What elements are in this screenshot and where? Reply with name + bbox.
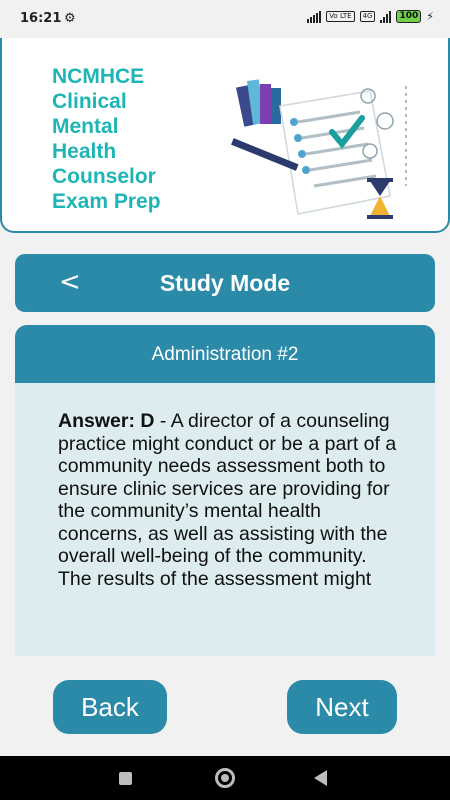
wifi-signal-icon	[307, 10, 322, 23]
cell-signal-icon	[380, 10, 392, 23]
recent-apps-icon[interactable]	[119, 772, 132, 785]
status-icons: Vo LTE 4G 100 ⚡	[307, 10, 434, 23]
exam-checklist-illustration	[231, 79, 407, 219]
app-title-line: Health	[52, 140, 117, 163]
answer-explanation: - A director of a counseling practice mi…	[58, 410, 397, 590]
back-nav-icon[interactable]	[314, 770, 327, 786]
network-type-badge: 4G	[359, 11, 376, 22]
app-title-line: Mental	[52, 115, 119, 138]
app-title: NCMHCE Clinical Mental Health Counselor …	[52, 64, 212, 214]
app-title-line: Exam Prep	[52, 190, 161, 213]
study-mode-title: Study Mode	[159, 270, 291, 296]
volte-badge: Vo LTE	[326, 11, 355, 22]
study-mode-bar: < Study Mode	[15, 254, 435, 312]
battery-icon: 100	[396, 10, 422, 23]
back-button[interactable]: Back	[53, 680, 167, 734]
app-title-line: Counselor	[52, 165, 156, 188]
answer-label: Answer: D	[58, 410, 155, 432]
question-title: Administration #2	[15, 325, 435, 383]
app-title-line: NCMHCE	[52, 65, 145, 88]
status-time: 16:21	[20, 11, 62, 26]
system-navigation-bar	[0, 756, 450, 800]
gear-icon: ⚙	[64, 10, 76, 25]
next-button[interactable]: Next	[287, 680, 397, 734]
app-header-card: NCMHCE Clinical Mental Health Counselor …	[0, 38, 450, 233]
charging-icon: ⚡	[426, 11, 434, 23]
app-title-line: Clinical	[52, 90, 127, 113]
question-card: Administration #2 Answer: D - A director…	[15, 325, 435, 656]
home-icon[interactable]	[215, 768, 235, 788]
status-bar: 16:21 ⚙ Vo LTE 4G 100 ⚡	[0, 0, 450, 38]
answer-text-area[interactable]: Answer: D - A director of a counseling p…	[58, 410, 398, 590]
